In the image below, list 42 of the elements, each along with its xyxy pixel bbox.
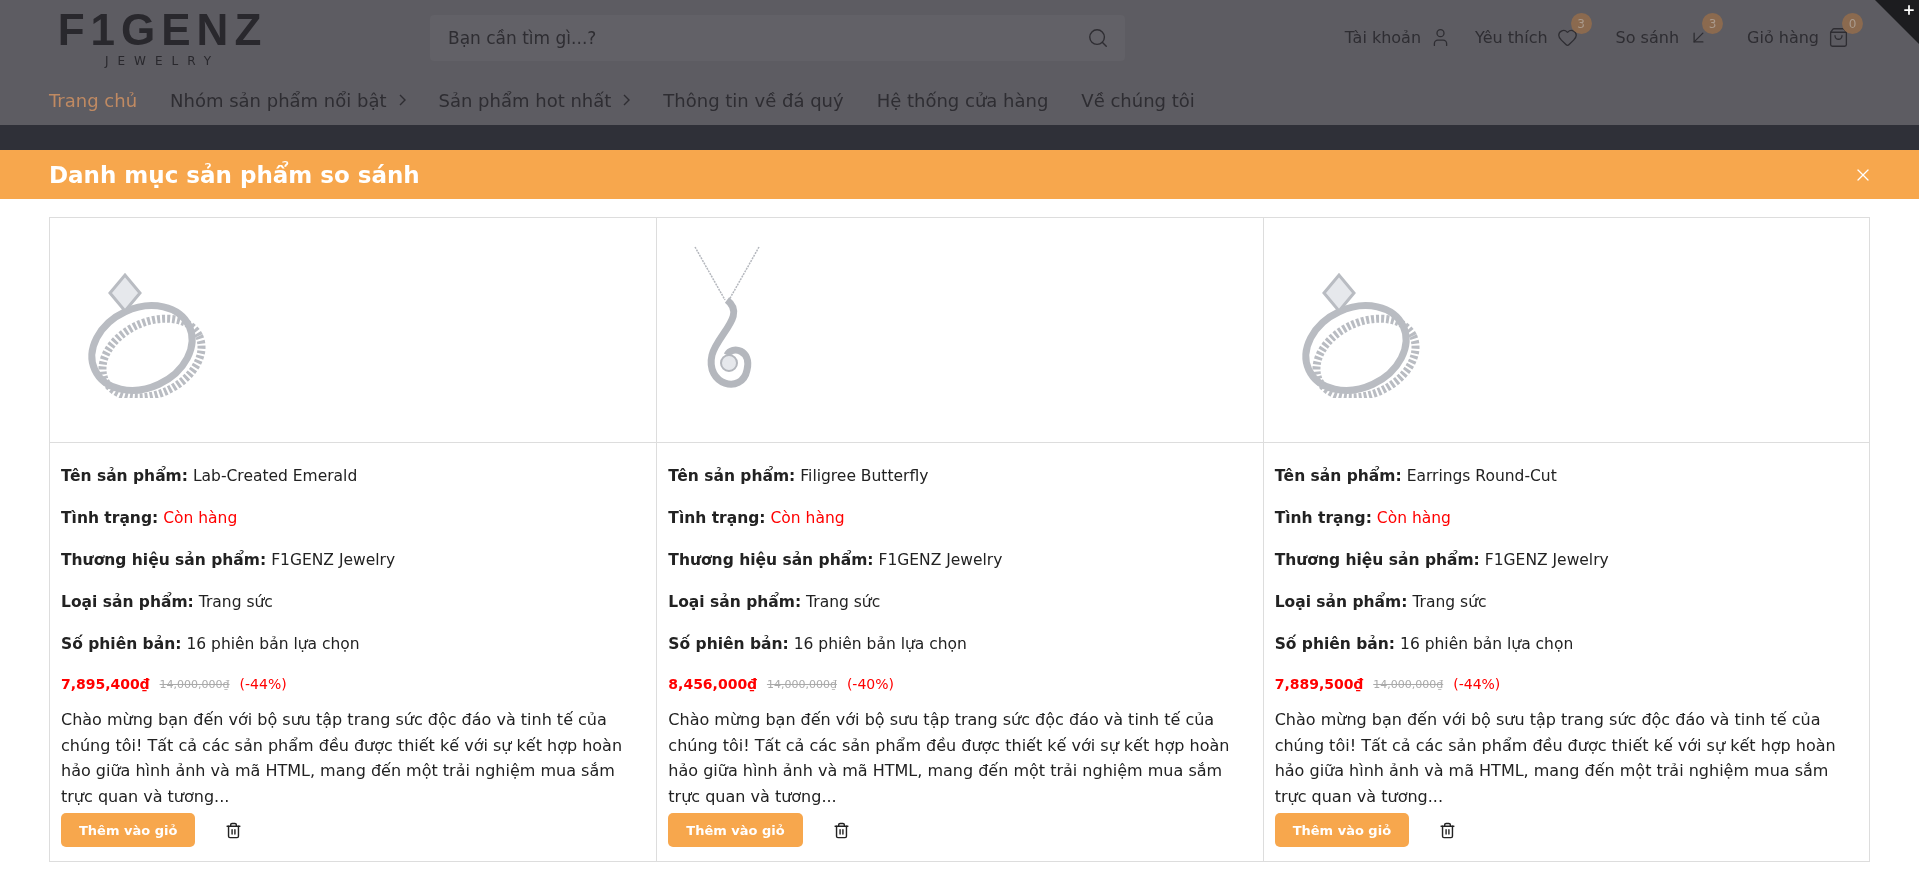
delete-button[interactable] (225, 821, 243, 839)
product-field: Tên sản phẩm: Filigree Butterfly (668, 455, 1252, 497)
product-field: Tình trạng: Còn hàng (668, 497, 1252, 539)
delete-button[interactable] (1439, 821, 1457, 839)
product-field: Thương hiệu sản phẩm: F1GENZ Jewelry (1274, 539, 1858, 581)
count-badge: 3 (1570, 13, 1592, 34)
heart-icon (1556, 27, 1578, 48)
count-badge: 3 (1702, 13, 1724, 34)
sale-price: 7,895,400₫ (61, 676, 150, 692)
product-field: Loại sản phẩm: Trang sức (668, 581, 1252, 623)
add-to-cart-button[interactable]: Thêm vào giỏ (61, 813, 196, 847)
product-field: Tình trạng: Còn hàng (61, 497, 646, 539)
product-field: Thương hiệu sản phẩm: F1GENZ Jewelry (61, 539, 646, 581)
chevron-icon (623, 94, 631, 106)
product-field: Thương hiệu sản phẩm: F1GENZ Jewelry (668, 539, 1252, 581)
modal-title: Danh mục sản phẩm so sánh (49, 161, 420, 188)
add-to-cart-button[interactable]: Thêm vào giỏ (668, 813, 803, 847)
chevron-icon (398, 94, 406, 106)
discount: (-44%) (1453, 676, 1501, 692)
nav-link[interactable]: Trang chủ (49, 89, 138, 111)
old-price: 14,000,000₫ (159, 677, 230, 691)
product-field: Loại sản phẩm: Trang sức (1274, 581, 1858, 623)
product-field: Tên sản phẩm: Earrings Round-Cut (1274, 455, 1858, 497)
product-description: Chào mừng bạn đến với bộ sưu tập trang sức độc đáo và tinh tế của chúng tôi! Tất cả các sản phẩm đều được thiết kế với sự kết hợp hoàn hảo giữa hình ảnh và mã HTML, mang đến một trải nghiệm mua sắm trực quan và tương... (61, 709, 624, 808)
product-field: Số phiên bản: 16 phiên bản lựa chọn (61, 623, 646, 665)
discount: (-40%) (846, 676, 894, 692)
old-price: 14,000,000₫ (1373, 677, 1444, 691)
product-field: Tên sản phẩm: Lab-Created Emerald (61, 455, 646, 497)
old-price: 14,000,000₫ (766, 677, 837, 691)
product-field: Số phiên bản: 16 phiên bản lựa chọn (668, 623, 1252, 665)
bag-icon (1828, 27, 1849, 48)
add-to-cart-button[interactable]: Thêm vào giỏ (1274, 813, 1410, 847)
product-field: Loại sản phẩm: Trang sức (61, 581, 646, 623)
sale-price: 7,889,500₫ (1274, 676, 1364, 692)
count-badge: 0 (1842, 13, 1863, 34)
product-field: Tình trạng: Còn hàng (1274, 497, 1858, 539)
product-field: Số phiên bản: 16 phiên bản lựa chọn (1274, 623, 1858, 665)
discount: (-44%) (239, 676, 287, 692)
product-description: Chào mừng bạn đến với bộ sưu tập trang sức độc đáo và tinh tế của chúng tôi! Tất cả các sản phẩm đều được thiết kế với sự kết hợp hoàn hảo giữa hình ảnh và mã HTML, mang đến một trải nghiệm mua sắm trực quan và tương... (1274, 709, 1837, 808)
sale-price: 8,456,000₫ (668, 676, 757, 692)
product-description: Chào mừng bạn đến với bộ sưu tập trang sức độc đáo và tinh tế của chúng tôi! Tất cả các sản phẩm đều được thiết kế với sự kết hợp hoàn hảo giữa hình ảnh và mã HTML, mang đến một trải nghiệm mua sắm trực quan và tương... (668, 709, 1231, 808)
delete-button[interactable] (832, 821, 850, 839)
